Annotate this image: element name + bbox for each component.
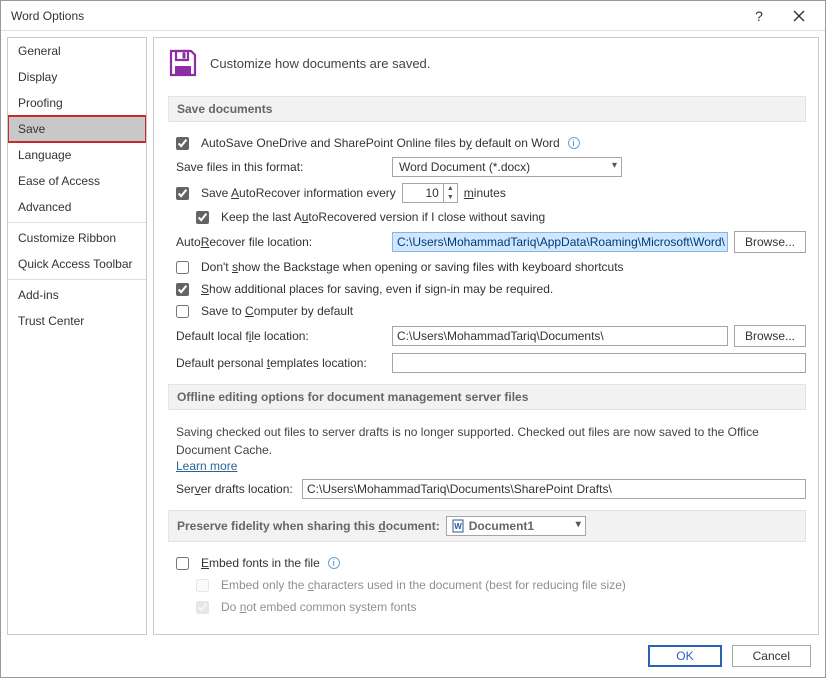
save-icon — [168, 48, 198, 78]
embed-only-label: Embed only the characters used in the do… — [221, 578, 626, 592]
close-icon — [793, 10, 805, 22]
templates-location-row: Default personal templates location: — [168, 350, 806, 376]
templates-location-input[interactable] — [392, 353, 806, 373]
section-preserve-header: Preserve fidelity when sharing this docu… — [168, 510, 806, 542]
help-button[interactable]: ? — [739, 2, 779, 30]
dont-embed-common-checkbox — [196, 601, 209, 614]
nav-trust-center[interactable]: Trust Center — [8, 308, 146, 334]
server-drafts-label: Server drafts location: — [176, 482, 296, 496]
templates-location-label: Default personal templates location: — [176, 356, 386, 370]
window-title: Word Options — [11, 9, 739, 23]
save-to-computer-row: Save to Computer by default — [168, 300, 806, 322]
autosave-checkbox[interactable] — [176, 137, 189, 150]
save-to-computer-label: Save to Computer by default — [201, 304, 353, 318]
preserve-document-select[interactable]: W Document1 — [446, 516, 586, 536]
no-backstage-checkbox[interactable] — [176, 261, 189, 274]
page-header: Customize how documents are saved. — [168, 48, 806, 78]
nav-proofing[interactable]: Proofing — [8, 90, 146, 116]
nav-addins[interactable]: Add-ins — [8, 282, 146, 308]
nav-ease-of-access[interactable]: Ease of Access — [8, 168, 146, 194]
autorecover-label: Save AutoRecover information every — [201, 186, 396, 200]
additional-places-label: Show additional places for saving, even … — [201, 282, 553, 296]
additional-places-row: Show additional places for saving, even … — [168, 278, 806, 300]
autosave-row: AutoSave OneDrive and SharePoint Online … — [168, 132, 806, 154]
file-format-label: Save files in this format: — [176, 160, 386, 174]
embed-only-row: Embed only the characters used in the do… — [168, 574, 806, 596]
server-drafts-input[interactable]: C:\Users\MohammadTariq\Documents\SharePo… — [302, 479, 806, 499]
nav-quick-access[interactable]: Quick Access Toolbar — [8, 251, 146, 277]
word-doc-icon: W — [451, 519, 465, 533]
keep-last-checkbox[interactable] — [196, 211, 209, 224]
minutes-label: minutes — [464, 186, 506, 200]
file-format-select[interactable]: Word Document (*.docx) — [392, 157, 622, 177]
browse-local-button[interactable]: Browse... — [734, 325, 806, 347]
close-button[interactable] — [779, 2, 819, 30]
local-file-location-row: Default local file location: C:\Users\Mo… — [168, 322, 806, 350]
svg-text:W: W — [454, 522, 462, 531]
dont-embed-common-row: Do not embed common system fonts — [168, 596, 806, 618]
embed-fonts-label: Embed fonts in the file — [201, 556, 320, 570]
ok-button[interactable]: OK — [648, 645, 721, 667]
dont-embed-common-label: Do not embed common system fonts — [221, 600, 416, 614]
additional-places-checkbox[interactable] — [176, 283, 189, 296]
autorecover-minutes-spinner[interactable]: 10 ▲▼ — [402, 183, 458, 203]
settings-pane: Customize how documents are saved. Save … — [153, 37, 819, 635]
section-offline-header: Offline editing options for document man… — [168, 384, 806, 410]
autosave-label: AutoSave OneDrive and SharePoint Online … — [201, 136, 560, 150]
autorecover-location-row: AutoRecover file location: C:\Users\Moha… — [168, 228, 806, 256]
no-backstage-label: Don't show the Backstage when opening or… — [201, 260, 624, 274]
autorecover-checkbox[interactable] — [176, 187, 189, 200]
page-title: Customize how documents are saved. — [210, 56, 430, 71]
local-file-location-input[interactable]: C:\Users\MohammadTariq\Documents\ — [392, 326, 728, 346]
embed-only-checkbox — [196, 579, 209, 592]
offline-note: Saving checked out files to server draft… — [176, 423, 806, 459]
local-file-location-label: Default local file location: — [176, 329, 386, 343]
spinner-arrows-icon: ▲▼ — [443, 184, 457, 202]
nav-save[interactable]: Save — [8, 116, 146, 142]
nav-divider — [8, 279, 146, 280]
save-to-computer-checkbox[interactable] — [176, 305, 189, 318]
info-icon[interactable]: i — [568, 137, 580, 149]
browse-autorecover-button[interactable]: Browse... — [734, 231, 806, 253]
nav-customize-ribbon[interactable]: Customize Ribbon — [8, 225, 146, 251]
word-options-dialog: Word Options ? General Display Proofing … — [0, 0, 826, 678]
file-format-row: Save files in this format: Word Document… — [168, 154, 806, 180]
no-backstage-row: Don't show the Backstage when opening or… — [168, 256, 806, 278]
offline-note-block: Saving checked out files to server draft… — [168, 420, 806, 476]
keep-last-row: Keep the last AutoRecovered version if I… — [168, 206, 806, 228]
autorecover-location-input[interactable]: C:\Users\MohammadTariq\AppData\Roaming\M… — [392, 232, 728, 252]
autorecover-row: Save AutoRecover information every 10 ▲▼… — [168, 180, 806, 206]
titlebar: Word Options ? — [1, 1, 825, 31]
section-save-documents-header: Save documents — [168, 96, 806, 122]
nav-general[interactable]: General — [8, 38, 146, 64]
autorecover-location-label: AutoRecover file location: — [176, 235, 386, 249]
content-area: General Display Proofing Save Language E… — [1, 31, 825, 635]
keep-last-label: Keep the last AutoRecovered version if I… — [221, 210, 545, 224]
info-icon[interactable]: i — [328, 557, 340, 569]
learn-more-link[interactable]: Learn more — [176, 459, 237, 473]
nav-advanced[interactable]: Advanced — [8, 194, 146, 220]
nav-display[interactable]: Display — [8, 64, 146, 90]
cancel-button[interactable]: Cancel — [732, 645, 811, 667]
nav-divider — [8, 222, 146, 223]
dialog-footer: OK Cancel — [1, 635, 825, 677]
nav-language[interactable]: Language — [8, 142, 146, 168]
embed-fonts-row: Embed fonts in the file i — [168, 552, 806, 574]
embed-fonts-checkbox[interactable] — [176, 557, 189, 570]
server-drafts-row: Server drafts location: C:\Users\Mohamma… — [168, 476, 806, 502]
category-nav: General Display Proofing Save Language E… — [7, 37, 147, 635]
preserve-title: Preserve fidelity when sharing this docu… — [177, 519, 440, 533]
